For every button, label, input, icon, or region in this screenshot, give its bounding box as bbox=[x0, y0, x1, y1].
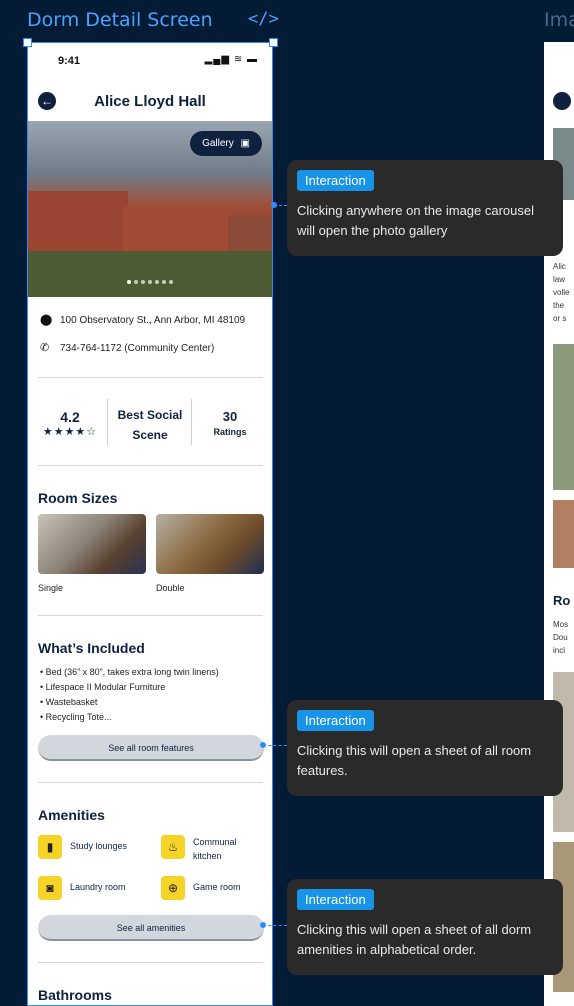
photo-thumb bbox=[553, 500, 574, 568]
callout-text: Clicking this will open a sheet of all d… bbox=[297, 922, 532, 957]
building-photo-far bbox=[228, 216, 272, 256]
kitchen-pot-icon: ♨ bbox=[161, 835, 185, 859]
divider bbox=[38, 962, 263, 963]
callout-text: Clicking this will open a sheet of all r… bbox=[297, 743, 532, 778]
badge-block: Best Social Scene bbox=[110, 405, 190, 445]
amenity-label: Game room bbox=[193, 882, 241, 892]
photo-thumb bbox=[553, 344, 574, 490]
selection-handle[interactable] bbox=[269, 38, 278, 47]
connector-dot bbox=[260, 922, 266, 928]
gallery-icon: ▣ bbox=[240, 138, 250, 149]
carousel-dots[interactable] bbox=[28, 271, 272, 289]
phone-text: 734-764-1172 (Community Center) bbox=[60, 343, 215, 354]
ghost-text: volle bbox=[553, 288, 570, 297]
room-image-single[interactable] bbox=[38, 514, 146, 574]
connector-line bbox=[263, 745, 287, 746]
carousel-dot[interactable] bbox=[155, 280, 159, 284]
ghost-text: Dou bbox=[553, 633, 568, 642]
address-text: 100 Observatory St., Ann Arbor, MI 48109 bbox=[60, 315, 246, 326]
phone-icon: ✆ bbox=[40, 342, 50, 354]
ratings-count-block: 30 Ratings bbox=[194, 409, 266, 437]
phone-row[interactable]: ✆ 734-764-1172 (Community Center) bbox=[40, 341, 214, 354]
list-item: Bed (36” x 80”, takes extra long twin li… bbox=[40, 665, 219, 680]
stat-separator bbox=[107, 399, 108, 445]
interaction-callout: Interaction Clicking anywhere on the ima… bbox=[287, 160, 563, 256]
washer-icon: ◙ bbox=[38, 876, 62, 900]
divider bbox=[38, 465, 263, 466]
badge-line-2: Scene bbox=[132, 428, 168, 442]
star-rating-icon: ★★★★☆ bbox=[42, 426, 98, 438]
gallery-label: Gallery bbox=[202, 138, 234, 149]
section-title-bathrooms: Bathrooms bbox=[38, 987, 112, 1003]
carousel-dot[interactable] bbox=[127, 280, 131, 284]
gamepad-icon: ⊕ bbox=[161, 876, 185, 900]
connector-dot bbox=[271, 202, 277, 208]
stat-separator bbox=[191, 399, 192, 445]
selection-handle[interactable] bbox=[23, 38, 32, 47]
amenity-label: Laundry room bbox=[70, 882, 126, 892]
interaction-callout: Interaction Clicking this will open a sh… bbox=[287, 879, 563, 975]
ghost-heading: Ro bbox=[553, 593, 571, 608]
interaction-tag: Interaction bbox=[297, 710, 374, 731]
section-title-room-sizes: Room Sizes bbox=[38, 490, 118, 506]
code-view-icon[interactable]: </> bbox=[248, 9, 279, 29]
section-title-amenities: Amenities bbox=[38, 807, 105, 823]
ghost-text: law bbox=[553, 275, 566, 284]
address-row[interactable]: ⬤ 100 Observatory St., Ann Arbor, MI 4810… bbox=[40, 313, 245, 326]
connector-line bbox=[263, 925, 287, 926]
connector-dot bbox=[260, 742, 266, 748]
rating-value: 4.2 bbox=[60, 409, 80, 425]
frame-title: Dorm Detail Screen bbox=[27, 9, 213, 31]
carousel-dot[interactable] bbox=[141, 280, 145, 284]
phone-frame: 9:41 ▂▄▆ ≋ ▬ ← Alice Lloyd Hall Gallery … bbox=[27, 42, 273, 1006]
room-image-double[interactable] bbox=[156, 514, 264, 574]
back-arrow-icon bbox=[553, 92, 571, 110]
page-title: Alice Lloyd Hall bbox=[94, 93, 206, 110]
feature-list: Bed (36” x 80”, takes extra long twin li… bbox=[40, 665, 219, 725]
gallery-button[interactable]: Gallery ▣ bbox=[190, 131, 262, 156]
ghost-text: Mos bbox=[553, 620, 569, 629]
section-title-whats-included: What’s Included bbox=[38, 640, 145, 656]
carousel-dot[interactable] bbox=[148, 280, 152, 284]
status-time: 9:41 bbox=[58, 55, 81, 67]
list-item: Lifespace II Modular Furniture bbox=[40, 680, 219, 695]
ratings-label: Ratings bbox=[213, 427, 247, 437]
carousel-dot[interactable] bbox=[162, 280, 166, 284]
see-all-room-features-button[interactable]: See all room features bbox=[38, 735, 264, 761]
amenity-label: Communal kitchen bbox=[193, 837, 237, 861]
carousel-dot[interactable] bbox=[169, 280, 173, 284]
ratings-count: 30 bbox=[222, 409, 238, 424]
room-label-double: Double bbox=[156, 583, 185, 593]
screen-header: ← Alice Lloyd Hall bbox=[28, 87, 272, 117]
location-pin-icon: ⬤ bbox=[40, 314, 53, 326]
divider bbox=[38, 377, 263, 378]
next-frame-title: Ima bbox=[544, 9, 574, 31]
interaction-callout: Interaction Clicking this will open a sh… bbox=[287, 700, 563, 796]
interaction-tag: Interaction bbox=[297, 889, 374, 910]
divider bbox=[38, 615, 263, 616]
ghost-text: the bbox=[553, 301, 565, 310]
status-bar: 9:41 ▂▄▆ ≋ ▬ bbox=[28, 43, 272, 79]
interaction-tag: Interaction bbox=[297, 170, 374, 191]
room-label-single: Single bbox=[38, 583, 64, 593]
ghost-text: incl bbox=[553, 646, 566, 655]
stats-row: 4.2 ★★★★☆ Best Social Scene 30 Ratings bbox=[28, 395, 272, 445]
amenity-label: Study lounges bbox=[70, 841, 128, 851]
rating-block: 4.2 ★★★★☆ bbox=[36, 409, 104, 438]
image-carousel[interactable]: Gallery ▣ bbox=[28, 121, 272, 297]
book-icon: ▮ bbox=[38, 835, 62, 859]
carousel-dot[interactable] bbox=[134, 280, 138, 284]
list-item: Wastebasket bbox=[40, 695, 219, 710]
see-all-amenities-button[interactable]: See all amenities bbox=[38, 915, 264, 941]
ghost-text: or s bbox=[553, 314, 567, 323]
signal-wifi-battery-icons: ▂▄▆ ≋ ▬ bbox=[204, 54, 258, 65]
list-item: Recycling Tote... bbox=[40, 710, 219, 725]
callout-text: Clicking anywhere on the image carousel … bbox=[297, 203, 535, 238]
badge-line-1: Best Social bbox=[117, 408, 183, 422]
divider bbox=[38, 782, 263, 783]
ghost-text: Alic bbox=[553, 262, 566, 271]
